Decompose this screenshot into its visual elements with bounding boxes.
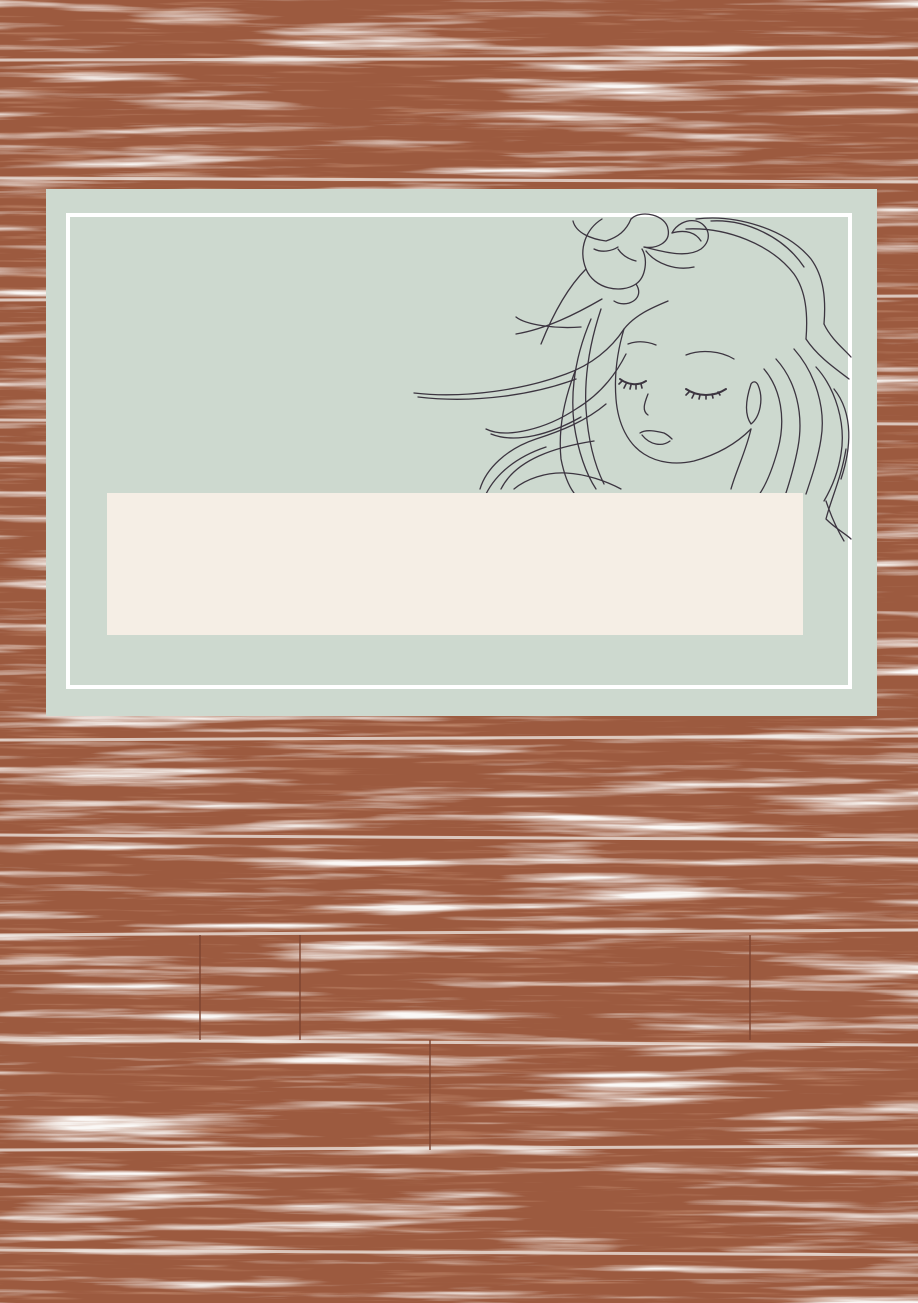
hair-flower-icon [572, 213, 709, 305]
name-label-box [107, 493, 803, 635]
woman-with-flower-line-art-icon [413, 213, 852, 542]
card [46, 189, 877, 716]
